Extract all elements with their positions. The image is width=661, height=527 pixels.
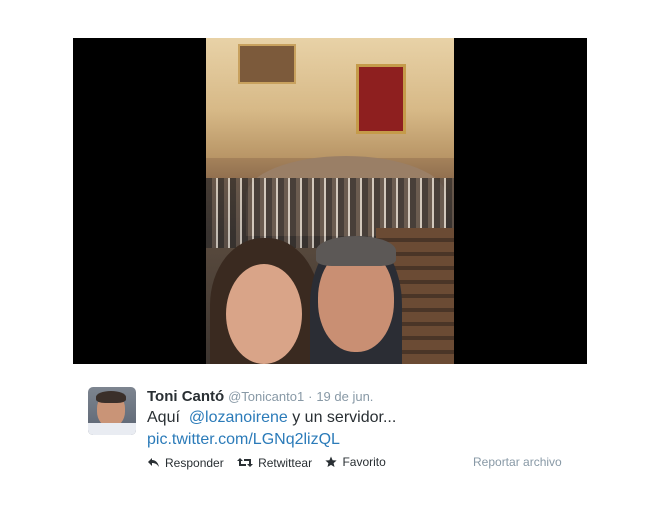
reply-icon [148, 458, 159, 467]
report-media-link[interactable]: Reportar archivo [473, 455, 562, 469]
reply-button[interactable]: Responder [147, 456, 224, 470]
tweet-header: Toni Cantó @Tonicanto1 · 19 de jun. [147, 387, 373, 406]
photo-tapestry [356, 64, 406, 134]
tweet-text-suffix: y un servidor... [292, 409, 397, 426]
media-link[interactable]: pic.twitter.com/LGNq2lizQL [147, 431, 340, 448]
photo-face-left [226, 264, 302, 364]
photo-hair-right [316, 236, 396, 266]
tweet-timestamp[interactable]: 19 de jun. [316, 389, 373, 404]
retweet-label: Retwittear [258, 455, 313, 470]
author-handle[interactable]: @Tonicanto1 [228, 389, 304, 404]
favorite-button[interactable]: Favorito [325, 455, 386, 469]
reply-label: Responder [165, 455, 224, 470]
author-name[interactable]: Toni Cantó [147, 388, 224, 405]
tweet-text-prefix: Aquí [147, 409, 180, 426]
star-icon [325, 456, 338, 467]
favorite-label: Favorito [342, 455, 386, 469]
selfie-photo[interactable] [206, 38, 454, 364]
tweet-actions: Responder Retwittear Favorito [147, 455, 396, 471]
retweet-button[interactable]: Retwittear [237, 456, 312, 470]
retweet-icon [237, 458, 254, 467]
tweet-text: Aquí @lozanoirene y un servidor... pic.t… [147, 407, 567, 451]
photo-painting [238, 44, 296, 84]
avatar[interactable] [88, 387, 136, 435]
avatar-hair [96, 391, 126, 403]
mention-link[interactable]: @lozanoirene [189, 409, 288, 426]
tweet-media[interactable] [73, 38, 587, 364]
avatar-shirt [88, 423, 136, 435]
header-separator: · [308, 389, 313, 404]
